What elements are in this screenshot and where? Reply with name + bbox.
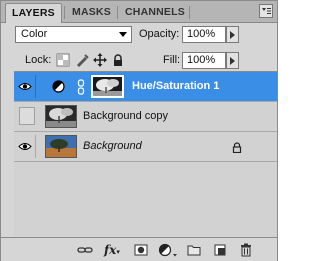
- layer-name: Hue/Saturation 1: [132, 80, 220, 92]
- add-mask-icon[interactable]: [133, 242, 149, 258]
- opacity-input[interactable]: 100%: [182, 26, 226, 43]
- blend-mode-value: Color: [21, 28, 48, 40]
- tab-separator: [64, 6, 65, 19]
- fill-slider-button[interactable]: [226, 52, 239, 69]
- lock-icon: [232, 142, 242, 153]
- eye-icon: [18, 143, 32, 150]
- chevron-right-icon: [230, 57, 235, 65]
- layer-visibility-toggle[interactable]: [16, 75, 36, 98]
- panel-menu-icon: [262, 8, 271, 14]
- lock-all-icon[interactable]: [111, 53, 125, 67]
- lock-image-pixels-icon[interactable]: [75, 53, 89, 67]
- layer-name: Background copy: [83, 110, 168, 122]
- layers-panel: LAYERS MASKS CHANNELS Color Opacity: 100…: [0, 0, 278, 261]
- layer-visibility-toggle[interactable]: [16, 135, 36, 158]
- layer-row-background[interactable]: Background: [14, 132, 277, 162]
- layer-style-icon[interactable]: fx▾: [104, 242, 122, 258]
- tab-separator: [189, 6, 190, 19]
- new-adjustment-layer-icon[interactable]: [157, 242, 179, 258]
- link-layers-icon[interactable]: [77, 242, 93, 258]
- new-layer-icon[interactable]: [212, 242, 228, 258]
- panel-menu-button[interactable]: [259, 4, 273, 18]
- fill-input[interactable]: 100%: [182, 52, 226, 69]
- layer-thumbnail: [45, 105, 77, 128]
- fill-label: Fill:: [163, 54, 181, 66]
- layers-list: Hue/Saturation 1 Background copy Backgro…: [14, 71, 277, 237]
- mask-link-icon[interactable]: [77, 79, 85, 95]
- opacity-slider-button[interactable]: [226, 26, 239, 43]
- panel-bottom-bar: fx▾: [1, 237, 277, 261]
- tab-separator: [117, 6, 118, 19]
- lock-position-icon[interactable]: [93, 53, 107, 67]
- tab-channels[interactable]: CHANNELS: [119, 3, 191, 22]
- chevron-down-icon: [119, 32, 127, 37]
- lock-transparent-pixels-icon[interactable]: [56, 53, 70, 67]
- new-group-icon[interactable]: [186, 242, 202, 258]
- eye-icon: [18, 83, 32, 90]
- layer-row-background-copy[interactable]: Background copy: [14, 102, 277, 132]
- layer-thumbnail: [45, 135, 77, 158]
- tab-layers[interactable]: LAYERS: [5, 3, 62, 23]
- chevron-right-icon: [230, 31, 235, 39]
- opacity-label: Opacity:: [139, 28, 180, 40]
- lock-label: Lock:: [25, 54, 52, 66]
- blend-mode-select[interactable]: Color: [15, 26, 132, 43]
- layer-visibility-toggle[interactable]: [19, 107, 35, 125]
- layer-name: Background: [83, 140, 142, 152]
- panel-tab-bar: LAYERS MASKS CHANNELS: [1, 1, 277, 23]
- layer-mask-thumbnail[interactable]: [91, 75, 124, 98]
- tab-masks[interactable]: MASKS: [66, 3, 117, 22]
- delete-layer-icon[interactable]: [238, 242, 254, 258]
- layer-row-hue-saturation[interactable]: Hue/Saturation 1: [14, 72, 277, 102]
- adjustment-layer-icon: [52, 80, 65, 93]
